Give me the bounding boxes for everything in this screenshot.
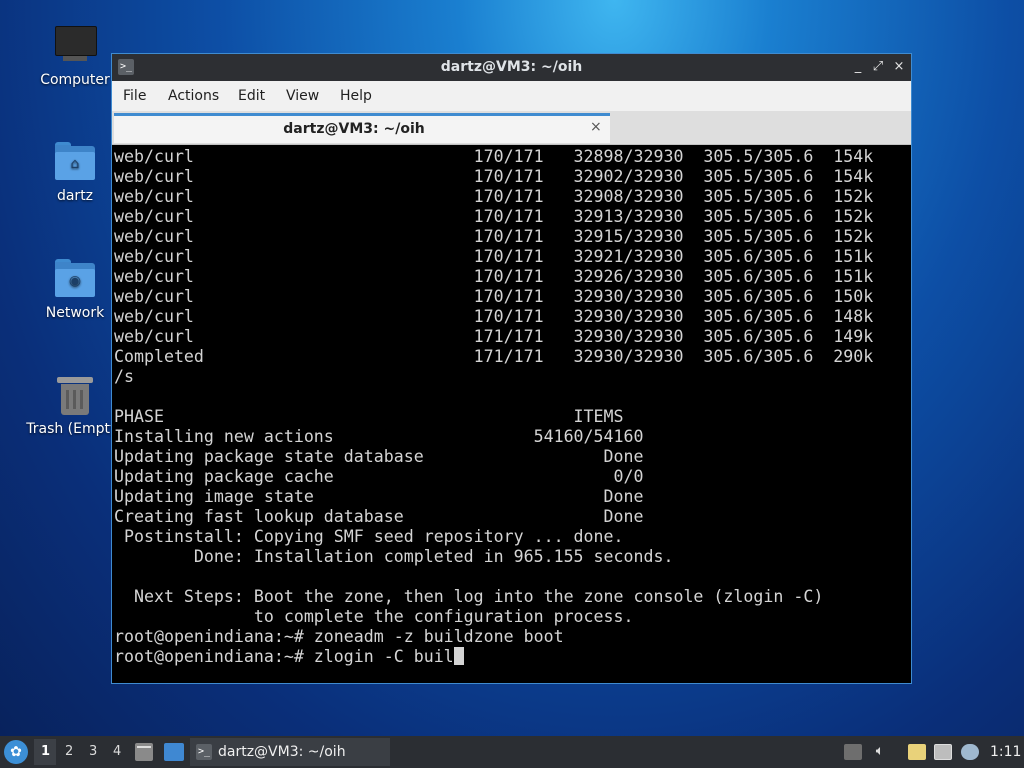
- desktop-icon-label: dartz: [56, 188, 94, 204]
- window-titlebar[interactable]: >_ dartz@VM3: ~/oih _ ⤢ ×: [112, 54, 911, 81]
- notification-icon[interactable]: [961, 744, 979, 760]
- menu-help[interactable]: Help: [340, 88, 372, 104]
- desktop-icon-label: Computer: [40, 72, 110, 88]
- desktop-icon-network[interactable]: ◉ Network: [26, 257, 124, 321]
- volume-icon[interactable]: 🔈︎: [870, 743, 890, 761]
- menu-bar: File Actions Edit View Help: [112, 81, 911, 111]
- workspace-2[interactable]: 2: [65, 744, 73, 759]
- taskbar-item-terminal[interactable]: >_ dartz@VM3: ~/oih: [190, 738, 390, 766]
- tab-close-icon[interactable]: ×: [590, 119, 602, 135]
- maximize-button[interactable]: ⤢: [869, 58, 887, 76]
- start-menu-icon[interactable]: ✿: [4, 740, 28, 764]
- tab-title: dartz@VM3: ~/oih: [283, 121, 425, 137]
- clock[interactable]: 1:11: [990, 744, 1021, 760]
- menu-file[interactable]: File: [123, 88, 146, 104]
- menu-edit[interactable]: Edit: [238, 88, 265, 104]
- minimize-button[interactable]: _: [849, 58, 867, 76]
- show-desktop-icon[interactable]: [135, 743, 153, 761]
- desktop-icon-label: Network: [45, 305, 105, 321]
- terminal-window: >_ dartz@VM3: ~/oih _ ⤢ × File Actions E…: [111, 53, 912, 684]
- terminal-cursor: [453, 647, 464, 665]
- tab-bar: dartz@VM3: ~/oih ×: [112, 111, 911, 145]
- tab-terminal[interactable]: dartz@VM3: ~/oih ×: [114, 113, 610, 143]
- desktop-icon-home[interactable]: ⌂ dartz: [26, 140, 124, 204]
- close-button[interactable]: ×: [890, 58, 908, 76]
- menu-view[interactable]: View: [286, 88, 319, 104]
- workspace-1[interactable]: 1: [41, 744, 50, 759]
- desktop-icon-computer[interactable]: Computer: [26, 24, 124, 88]
- updates-icon[interactable]: [844, 744, 862, 760]
- network-icon[interactable]: [934, 744, 952, 760]
- terminal-text: web/curl 170/171 32898/32930 305.5/305.6…: [114, 147, 874, 666]
- taskbar: ✿ 1 2 3 4 >_ dartz@VM3: ~/oih 🔈︎ 1:11: [0, 736, 1024, 768]
- desktop-icon-trash[interactable]: Trash (Empty): [26, 373, 124, 437]
- desktop-icon-label: Trash (Empty): [26, 421, 124, 437]
- clipboard-icon[interactable]: [908, 744, 926, 760]
- window-title: dartz@VM3: ~/oih: [440, 59, 583, 75]
- taskbar-item-label: dartz@VM3: ~/oih: [218, 744, 346, 760]
- workspace-3[interactable]: 3: [89, 744, 97, 759]
- terminal-output[interactable]: web/curl 170/171 32898/32930 305.5/305.6…: [112, 145, 911, 683]
- computer-icon: [53, 24, 97, 68]
- terminal-task-icon: >_: [196, 744, 212, 760]
- trash-icon: [53, 373, 97, 417]
- home-folder-icon: ⌂: [53, 140, 97, 184]
- network-folder-icon: ◉: [53, 257, 97, 301]
- workspace-4[interactable]: 4: [113, 744, 121, 759]
- menu-actions[interactable]: Actions: [168, 88, 219, 104]
- file-manager-icon[interactable]: [164, 743, 184, 761]
